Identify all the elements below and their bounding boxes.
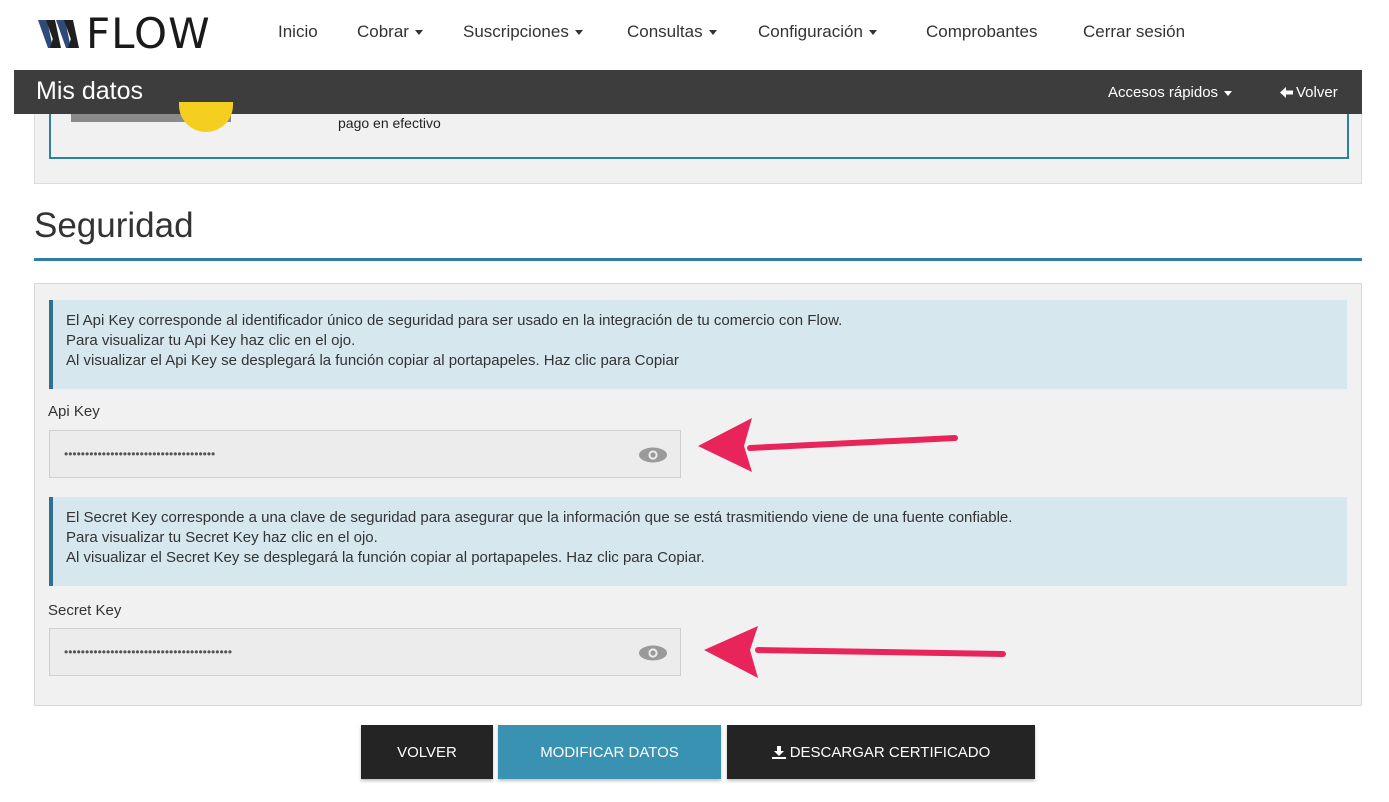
nav-item-cobrar[interactable]: Cobrar <box>357 22 423 42</box>
info-text: El Api Key corresponde al identificador … <box>66 312 843 329</box>
back-link-label: Volver <box>1296 84 1338 101</box>
nav-item-inicio[interactable]: Inicio <box>278 22 318 42</box>
info-text: Al visualizar el Api Key se desplegará l… <box>66 352 679 369</box>
info-text: Para visualizar tu Secret Key haz clic e… <box>66 529 378 546</box>
nav-item-label: Consultas <box>627 22 703 41</box>
quick-access-dropdown[interactable]: Accesos rápidos <box>1108 84 1233 101</box>
nav-item-consultas[interactable]: Consultas <box>627 22 717 42</box>
info-text: El Secret Key corresponde a una clave de… <box>66 509 1013 526</box>
nav-item-suscripciones[interactable]: Suscripciones <box>463 22 583 42</box>
nav-item-configuracion[interactable]: Configuración <box>758 22 877 42</box>
back-button-label: VOLVER <box>397 743 457 761</box>
caret-down-icon <box>708 30 717 36</box>
download-certificate-button-label: DESCARGAR CERTIFICADO <box>789 743 991 761</box>
nav-item-label: Cobrar <box>357 22 409 41</box>
eye-icon[interactable] <box>638 645 668 661</box>
secret-key-field[interactable]: •••••••••••••••••••••••••••••••••••••••• <box>49 628 681 676</box>
secret-key-info-box: El Secret Key corresponde a una clave de… <box>49 497 1347 586</box>
nav-item-label: Inicio <box>278 22 318 41</box>
section-title-seguridad: Seguridad <box>34 206 194 245</box>
flow-logo-icon <box>38 20 79 48</box>
caret-down-icon <box>414 30 423 36</box>
eye-icon[interactable] <box>638 447 668 463</box>
annotation-arrow-icon <box>698 418 958 472</box>
api-key-info-box: El Api Key corresponde al identificador … <box>49 300 1347 389</box>
payment-method-option[interactable]: pago en efectivo <box>49 102 1349 159</box>
api-key-label: Api Key <box>48 403 100 420</box>
nav-item-label: Suscripciones <box>463 22 569 41</box>
quick-access-label: Accesos rápidos <box>1108 84 1219 101</box>
caret-down-icon <box>574 30 583 36</box>
nav-item-cerrar-sesion[interactable]: Cerrar sesión <box>1083 22 1185 42</box>
payment-method-logo-icon <box>179 102 233 132</box>
nav-item-label: Comprobantes <box>926 22 1038 41</box>
payment-method-text: pago en efectivo <box>338 115 441 131</box>
flow-logo[interactable]: FLOW <box>38 9 211 58</box>
info-text: Al visualizar el Secret Key se desplegar… <box>66 549 705 566</box>
modify-data-button-label: MODIFICAR DATOS <box>540 743 679 761</box>
api-key-field[interactable]: •••••••••••••••••••••••••••••••••••• <box>49 430 681 478</box>
arrow-left-icon <box>1280 87 1293 98</box>
section-divider <box>34 258 1362 261</box>
secret-key-label: Secret Key <box>48 602 122 619</box>
annotation-arrow-icon <box>704 626 1006 678</box>
back-button[interactable]: VOLVER <box>361 725 493 779</box>
nav-item-comprobantes[interactable]: Comprobantes <box>926 22 1038 42</box>
caret-down-icon <box>868 30 877 36</box>
top-navigation: FLOW Inicio Cobrar Suscripciones Consult… <box>0 0 1389 70</box>
download-certificate-button[interactable]: DESCARGAR CERTIFICADO <box>727 725 1035 779</box>
brand-name: FLOW <box>86 9 211 58</box>
page-title: Mis datos <box>36 77 143 105</box>
secret-key-masked-value: •••••••••••••••••••••••••••••••••••••••• <box>64 645 233 659</box>
payment-methods-card: pago en efectivo <box>34 102 1362 184</box>
modify-data-button[interactable]: MODIFICAR DATOS <box>498 725 721 779</box>
info-text: Para visualizar tu Api Key haz clic en e… <box>66 332 356 349</box>
nav-item-label: Cerrar sesión <box>1083 22 1186 41</box>
download-icon <box>771 745 786 759</box>
back-link[interactable]: Volver <box>1280 84 1338 101</box>
api-key-masked-value: •••••••••••••••••••••••••••••••••••• <box>64 447 216 461</box>
caret-down-icon <box>1224 90 1233 96</box>
nav-item-label: Configuración <box>758 22 863 41</box>
